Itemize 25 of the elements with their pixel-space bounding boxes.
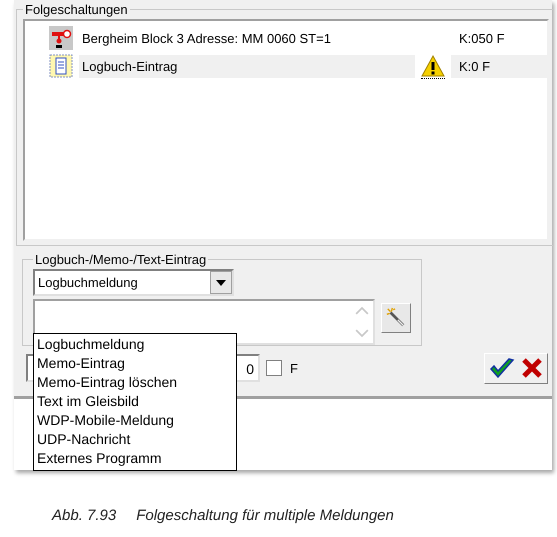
dropdown-option[interactable]: Memo-Eintrag xyxy=(37,354,233,373)
checkbox[interactable] xyxy=(266,360,282,376)
group-title: Folgeschaltungen xyxy=(24,2,129,17)
list-item-label[interactable]: Logbuch-Eintrag xyxy=(79,54,415,78)
dropdown-option[interactable]: UDP-Nachricht xyxy=(37,430,233,449)
dropdown-option[interactable]: WDP-Mobile-Meldung xyxy=(37,411,233,430)
document-icon xyxy=(49,54,73,78)
signal-icon xyxy=(49,26,73,50)
figure-number: Abb. 7.93 xyxy=(52,507,116,524)
list-item-code: K:0 F xyxy=(451,54,547,78)
dropdown-option[interactable]: Logbuchmeldung xyxy=(37,335,233,354)
list-item-code: K:050 F xyxy=(458,30,506,48)
figure-caption: Folgeschaltung für multiple Meldungen xyxy=(136,507,394,524)
type-dropdown[interactable]: Logbuchmeldung xyxy=(33,269,234,296)
list-item-label[interactable]: Bergheim Block 3 Adresse: MM 0060 ST=1 xyxy=(79,26,415,50)
dropdown-option[interactable]: Externes Programm xyxy=(37,449,233,468)
dropdown-option[interactable]: Text im Gleisbild xyxy=(37,392,233,411)
checkmark-icon xyxy=(489,357,515,379)
group-title: Logbuch-/Memo-/Text-Eintrag xyxy=(34,252,208,267)
checkbox-label: F xyxy=(290,360,298,376)
magic-wand-icon xyxy=(385,307,407,329)
confirm-button[interactable] xyxy=(484,352,548,384)
magic-wand-button[interactable] xyxy=(381,303,411,333)
dropdown-option[interactable]: Memo-Eintrag löschen xyxy=(37,373,233,392)
close-icon xyxy=(521,357,543,379)
